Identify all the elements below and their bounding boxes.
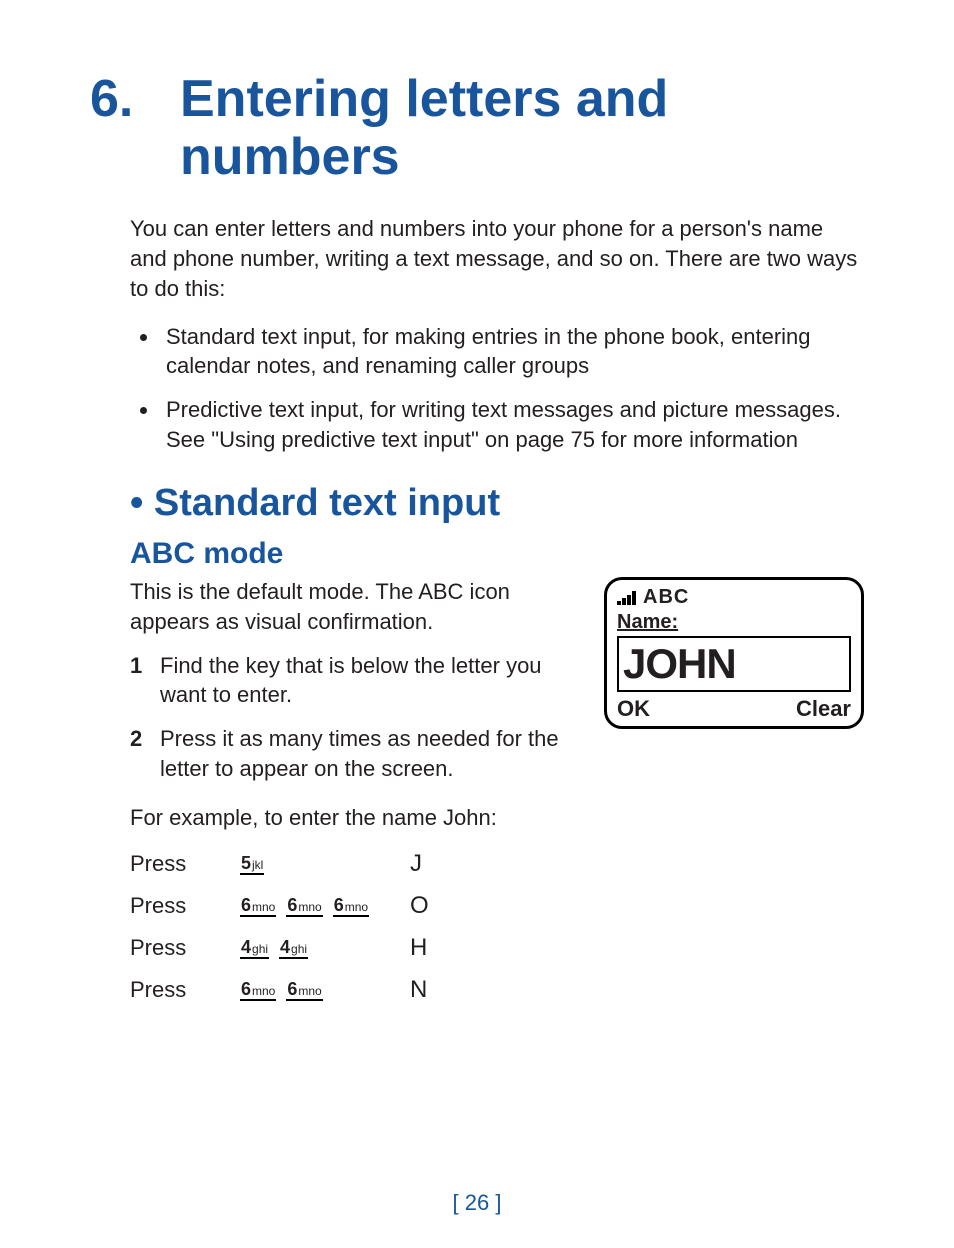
chapter-title: Entering letters and numbers xyxy=(180,70,864,186)
table-row: Press5jkl J xyxy=(130,843,864,885)
text-entry-box: JOHN xyxy=(617,636,851,692)
table-row: Press6mno6mnoN xyxy=(130,969,864,1011)
table-row: Press6mno6mno6mnoO xyxy=(130,885,864,927)
step-item: 2 Press it as many times as needed for t… xyxy=(130,724,584,783)
result-letter: O xyxy=(410,892,450,920)
step-text: Find the key that is below the letter yo… xyxy=(160,651,584,710)
phone-key-icon: 6mno xyxy=(240,896,276,917)
right-softkey-label: Clear xyxy=(796,696,851,722)
step-number: 2 xyxy=(130,724,160,783)
phone-screen-illustration: ABC Name: JOHN OK Clear xyxy=(604,577,864,729)
subsection-heading: ABC mode xyxy=(130,537,864,571)
result-letter: J xyxy=(410,850,450,878)
abc-intro: This is the default mode. The ABC icon a… xyxy=(130,577,584,636)
input-mode-indicator: ABC xyxy=(643,586,689,609)
press-label: Press xyxy=(130,851,240,877)
intro-paragraph: You can enter letters and numbers into y… xyxy=(130,214,864,303)
field-label: Name: xyxy=(617,611,851,634)
signal-icon xyxy=(617,591,637,605)
phone-key-icon: 6mno xyxy=(333,896,369,917)
key-sequence: 5jkl xyxy=(240,854,410,875)
key-sequence: 6mno 6mno 6mno xyxy=(240,896,410,917)
phone-key-icon: 6mno xyxy=(286,896,322,917)
step-number: 1 xyxy=(130,651,160,710)
key-sequence: 4ghi 4ghi xyxy=(240,938,410,959)
press-label: Press xyxy=(130,977,240,1003)
chapter-number: 6. xyxy=(90,70,180,186)
press-label: Press xyxy=(130,935,240,961)
table-row: Press4ghi4ghiH xyxy=(130,927,864,969)
result-letter: N xyxy=(410,976,450,1004)
intro-bullet-list: Standard text input, for making entries … xyxy=(130,322,864,455)
result-letter: H xyxy=(410,934,450,962)
phone-key-icon: 4ghi xyxy=(279,938,308,959)
key-press-table: Press5jklJPress6mno6mno6mnoOPress4ghi4gh… xyxy=(130,843,864,1011)
phone-key-icon: 4ghi xyxy=(240,938,269,959)
page-number: [ 26 ] xyxy=(0,1190,954,1216)
phone-key-icon: 5jkl xyxy=(240,854,264,875)
left-softkey-label: OK xyxy=(617,696,650,722)
entered-text: JOHN xyxy=(623,643,736,685)
phone-key-icon: 6mno xyxy=(286,980,322,1001)
press-label: Press xyxy=(130,893,240,919)
list-item: Predictive text input, for writing text … xyxy=(160,395,864,454)
phone-key-icon: 6mno xyxy=(240,980,276,1001)
section-heading: • Standard text input xyxy=(130,482,864,525)
step-text: Press it as many times as needed for the… xyxy=(160,724,584,783)
steps-list: 1 Find the key that is below the letter … xyxy=(130,651,584,784)
chapter-heading: 6. Entering letters and numbers xyxy=(90,70,864,186)
key-sequence: 6mno 6mno xyxy=(240,980,410,1001)
list-item: Standard text input, for making entries … xyxy=(160,322,864,381)
example-lead: For example, to enter the name John: xyxy=(130,805,864,831)
step-item: 1 Find the key that is below the letter … xyxy=(130,651,584,710)
